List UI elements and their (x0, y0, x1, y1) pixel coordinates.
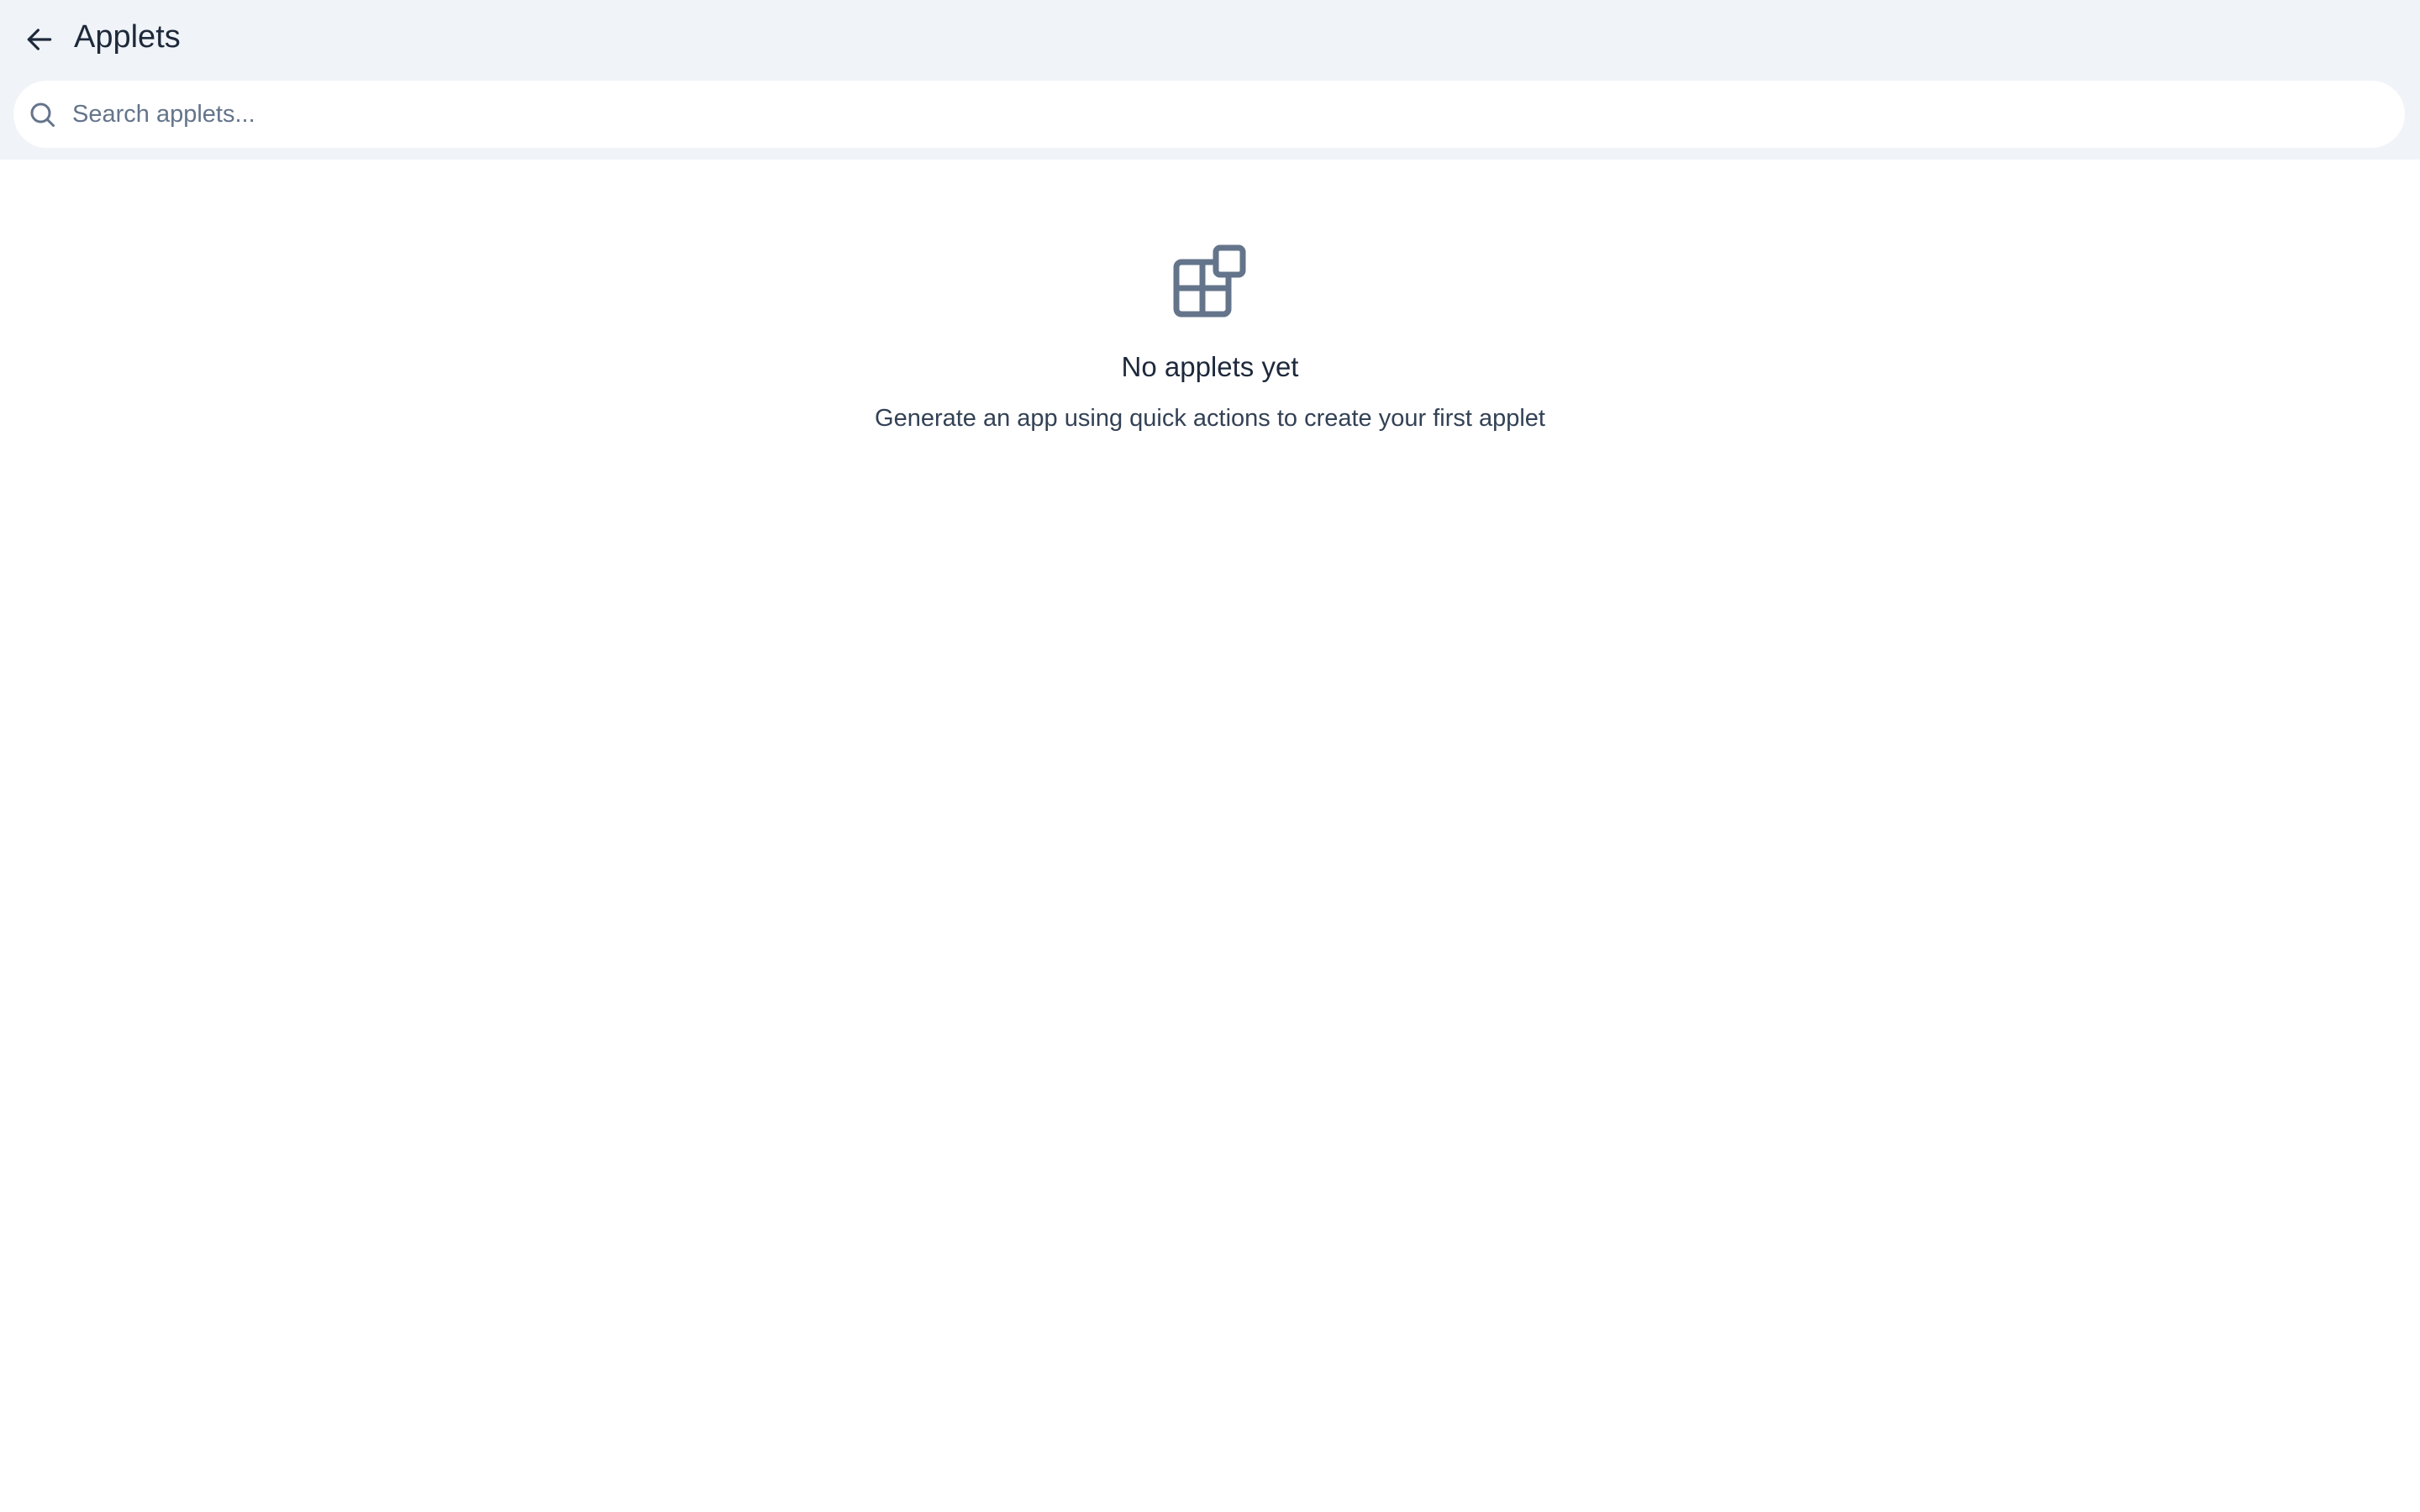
empty-state-subtitle: Generate an app using quick actions to c… (875, 405, 1545, 432)
search-box[interactable] (13, 81, 2405, 148)
applets-grid-icon (1173, 244, 1246, 318)
arrow-left-icon (27, 29, 52, 50)
empty-state: No applets yet Generate an app using qui… (0, 244, 2420, 435)
page-title: Applets (74, 19, 181, 55)
search-icon (30, 102, 55, 127)
search-input[interactable] (60, 81, 2380, 148)
empty-state-title: No applets yet (1121, 351, 1299, 382)
back-button[interactable] (18, 18, 60, 60)
header-bar: Applets (0, 0, 2420, 160)
